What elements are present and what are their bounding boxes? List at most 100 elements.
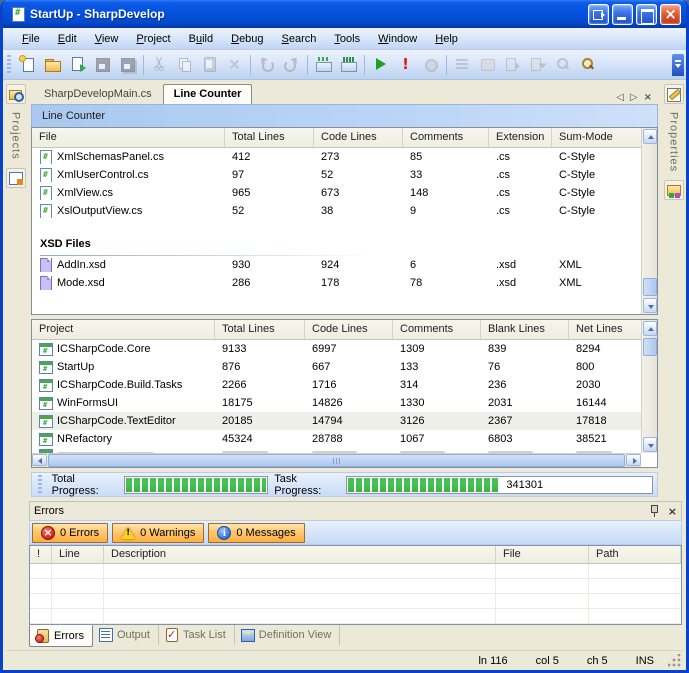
column-header--[interactable]: ! xyxy=(30,546,52,563)
scroll-down-button[interactable] xyxy=(643,437,657,452)
projects-table-scrollbar[interactable] xyxy=(641,320,657,453)
table-row[interactable]: XslOutputView.cs52389.csC-Style xyxy=(32,202,641,220)
table-row[interactable]: XmlUserControl.cs975233.csC-Style xyxy=(32,166,641,184)
menu-item-debug[interactable]: Debug xyxy=(222,30,272,48)
close-button[interactable] xyxy=(660,4,681,25)
open-button[interactable] xyxy=(40,53,65,76)
tab-close-icon[interactable]: × xyxy=(644,92,652,104)
toolbox-icon[interactable] xyxy=(664,180,684,200)
table-row[interactable]: XmlView.cs965673148.csC-Style xyxy=(32,184,641,202)
table-row[interactable]: ICSharpCode.Core9133699713098398294 xyxy=(32,340,641,358)
scroll-thumb[interactable] xyxy=(643,278,657,296)
resize-grip[interactable] xyxy=(668,654,682,668)
tab-output[interactable]: Output xyxy=(93,625,159,645)
column-header-total-lines[interactable]: Total Lines xyxy=(215,320,305,339)
menu-item-search[interactable]: Search xyxy=(273,30,326,48)
tab-sharpdevelopmain-cs[interactable]: SharpDevelopMain.cs xyxy=(33,84,163,104)
properties-icon[interactable] xyxy=(664,84,684,104)
table-row[interactable]: XmlSchemasPanel.cs41227385.csC-Style xyxy=(32,148,641,166)
doc-arrow-2-button xyxy=(525,53,550,76)
scroll-left-button[interactable] xyxy=(32,454,47,466)
column-header-net-lines[interactable]: Net Lines xyxy=(569,320,641,339)
tab-definition-view[interactable]: Definition View xyxy=(235,625,341,645)
column-header-extension[interactable]: Extension xyxy=(489,128,552,147)
file-name: AddIn.xsd xyxy=(57,259,106,271)
column-header-blank-lines[interactable]: Blank Lines xyxy=(481,320,569,339)
column-header-path[interactable]: Path xyxy=(589,546,681,563)
new-file-button[interactable] xyxy=(15,53,40,76)
column-header-total-lines[interactable]: Total Lines xyxy=(225,128,314,147)
table-row[interactable]: WinFormsUI18175148261330203116144 xyxy=(32,394,641,412)
run-button[interactable] xyxy=(368,53,393,76)
tab-scroll-left-icon[interactable]: ◁ xyxy=(616,92,624,104)
cell: 412 xyxy=(225,151,314,163)
menu-item-file[interactable]: File xyxy=(13,30,49,48)
table-row[interactable]: Mode.xsd28617878.xsdXML xyxy=(32,274,641,292)
tab-task-list[interactable]: Task List xyxy=(159,625,235,645)
properties-rail-label[interactable]: Properties xyxy=(668,112,680,172)
find-button[interactable] xyxy=(575,53,600,76)
table-row[interactable]: StartUp87666713376800 xyxy=(32,358,641,376)
toolbar-overflow-icon[interactable] xyxy=(672,54,684,76)
scroll-thumb[interactable] xyxy=(643,338,657,356)
menu-item-tools[interactable]: Tools xyxy=(325,30,369,48)
delete-icon xyxy=(226,56,243,73)
maximize-button[interactable] xyxy=(636,4,657,25)
column-header-sum-mode[interactable]: Sum-Mode xyxy=(552,128,641,147)
classes-icon[interactable] xyxy=(6,168,26,188)
table-row[interactable]: ICSharpCode.TextEditor201851479431262367… xyxy=(32,412,641,430)
menu-item-window[interactable]: Window xyxy=(369,30,426,48)
column-header-description[interactable]: Description xyxy=(104,546,496,563)
column-header-comments[interactable]: Comments xyxy=(393,320,481,339)
toolbar-grip[interactable] xyxy=(7,55,11,75)
scroll-right-button[interactable] xyxy=(626,454,641,466)
pin-icon[interactable] xyxy=(648,504,660,518)
table-row[interactable]: ICSharpCode.Build.Tasks22661716314236203… xyxy=(32,376,641,394)
horizontal-scrollbar[interactable] xyxy=(32,453,641,467)
tab-errors[interactable]: Errors xyxy=(29,625,93,647)
0-messages-button[interactable]: 0 Messages xyxy=(208,523,304,543)
column-header-comments[interactable]: Comments xyxy=(403,128,489,147)
column-header-project[interactable]: Project xyxy=(32,320,215,339)
menu-item-view[interactable]: View xyxy=(86,30,128,48)
0-warnings-button[interactable]: 0 Warnings xyxy=(112,523,204,543)
scroll-down-button[interactable] xyxy=(643,298,657,313)
build-all-button[interactable] xyxy=(336,53,361,76)
scroll-up-button[interactable] xyxy=(643,321,657,336)
cell: 2031 xyxy=(481,397,569,409)
cell: 3126 xyxy=(393,415,481,427)
table-row[interactable]: NRefactory45324287881067680338521 xyxy=(32,430,641,448)
files-table-scrollbar[interactable] xyxy=(641,128,657,314)
menu-item-build[interactable]: Build xyxy=(180,30,222,48)
window-switch-button[interactable] xyxy=(588,4,609,25)
cell xyxy=(496,609,589,623)
0-errors-button[interactable]: 0 Errors xyxy=(32,523,108,543)
projects-icon[interactable] xyxy=(6,84,26,104)
cell: 2367 xyxy=(481,415,569,427)
projects-rail-label[interactable]: Projects xyxy=(10,112,22,160)
column-header-file[interactable]: File xyxy=(496,546,589,563)
tab-line-counter[interactable]: Line Counter xyxy=(163,84,253,104)
menu-item-edit[interactable]: Edit xyxy=(49,30,86,48)
abort-button[interactable] xyxy=(393,53,418,76)
column-header-code-lines[interactable]: Code Lines xyxy=(305,320,393,339)
scroll-thumb[interactable] xyxy=(48,454,625,467)
open-file-button[interactable] xyxy=(65,53,90,76)
tab-scroll-right-icon[interactable]: ▷ xyxy=(630,92,638,104)
scroll-up-button[interactable] xyxy=(643,129,657,144)
errors-close-icon[interactable]: × xyxy=(668,506,677,517)
save-button xyxy=(90,53,115,76)
project-file-icon xyxy=(39,342,53,356)
progress-bar-grip[interactable] xyxy=(38,475,42,495)
search-off-icon xyxy=(554,56,571,73)
menu-item-help[interactable]: Help xyxy=(426,30,467,48)
cell: ICSharpCode.Core xyxy=(32,342,215,356)
column-header-file[interactable]: File xyxy=(32,128,225,147)
column-header-code-lines[interactable]: Code Lines xyxy=(314,128,403,147)
column-header-line[interactable]: Line xyxy=(52,546,104,563)
menu-item-project[interactable]: Project xyxy=(127,30,179,48)
build-button[interactable] xyxy=(311,53,336,76)
minimize-button[interactable] xyxy=(612,4,633,25)
table-row[interactable]: AddIn.xsd9309246.xsdXML xyxy=(32,256,641,274)
project-file-icon xyxy=(39,360,53,374)
